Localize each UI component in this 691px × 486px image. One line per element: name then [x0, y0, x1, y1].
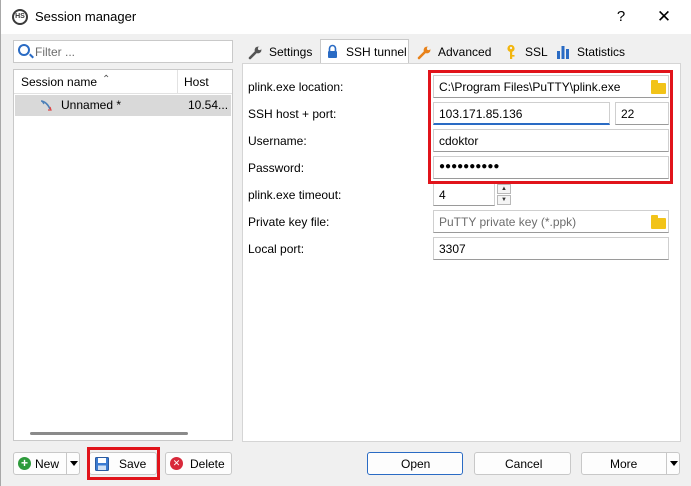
tab-advanced[interactable]: Advanced — [413, 41, 497, 63]
delete-icon: ✕ — [170, 457, 183, 470]
more-button[interactable]: More — [581, 452, 680, 475]
filter-placeholder: Filter ... — [35, 45, 76, 59]
help-button[interactable]: ? — [611, 6, 631, 28]
session-filter-input[interactable]: Filter ... — [13, 40, 233, 63]
tab-statistics-label: Statistics — [577, 45, 626, 59]
tab-ssh-tunnel[interactable]: SSH tunnel — [320, 39, 409, 64]
plink-timeout-label: plink.exe timeout: — [248, 188, 342, 202]
title-bar: HS Session manager ? ✕ — [1, 0, 691, 34]
ssh-host-port-label: SSH host + port: — [248, 107, 337, 121]
highlight-box-save — [87, 447, 160, 480]
tab-statistics[interactable]: Statistics — [553, 41, 629, 63]
search-icon — [18, 44, 30, 56]
plink-timeout-value: 4 — [439, 188, 446, 202]
plink-location-label: plink.exe location: — [248, 80, 344, 94]
password-label: Password: — [248, 161, 305, 175]
column-divider[interactable] — [177, 70, 178, 94]
plink-timeout-field[interactable]: 4 — [433, 183, 495, 206]
heidisql-app-icon: HS — [12, 9, 28, 25]
tab-ssl[interactable]: SSL — [501, 41, 549, 63]
key-icon — [507, 44, 515, 59]
username-label: Username: — [248, 134, 307, 148]
new-button-label: New — [35, 457, 60, 471]
session-host: 10.54... — [188, 98, 229, 112]
window-title: Session manager — [35, 9, 137, 24]
tab-ssl-label: SSL — [525, 45, 548, 59]
local-port-label: Local port: — [248, 242, 305, 256]
private-key-field[interactable]: PuTTY private key (*.ppk) — [433, 210, 669, 233]
tab-settings-label: Settings — [269, 45, 313, 59]
new-dropdown-arrow[interactable] — [66, 453, 79, 474]
local-port-field[interactable]: 3307 — [433, 237, 669, 260]
session-row[interactable]: Unnamed * 10.54... — [15, 95, 231, 116]
more-button-label: More — [610, 457, 638, 471]
column-session-name[interactable]: Session name — [21, 75, 97, 89]
more-dropdown-arrow[interactable] — [666, 453, 679, 474]
timeout-increment-button[interactable]: ▲ — [497, 184, 511, 194]
session-list-header: Session name ⌃ Host — [14, 70, 232, 94]
session-list[interactable]: Session name ⌃ Host Unnamed * 10.54... — [13, 69, 233, 441]
private-key-placeholder: PuTTY private key (*.ppk) — [439, 215, 577, 229]
bar-chart-icon — [557, 46, 569, 59]
private-key-label: Private key file: — [248, 215, 330, 229]
wrench-icon — [248, 46, 262, 60]
delete-button[interactable]: ✕ Delete — [165, 452, 232, 475]
cancel-button-label: Cancel — [505, 457, 543, 471]
new-button[interactable]: + New — [13, 452, 80, 475]
close-button[interactable]: ✕ — [653, 6, 675, 28]
tab-advanced-label: Advanced — [438, 45, 492, 59]
cancel-button[interactable]: Cancel — [474, 452, 571, 475]
tab-settings[interactable]: Settings — [245, 41, 318, 63]
wrench-icon — [417, 46, 431, 60]
session-manager-window: HS Session manager ? ✕ Filter ... Sessio… — [0, 0, 691, 486]
open-button-label: Open — [401, 457, 431, 471]
timeout-decrement-button[interactable]: ▼ — [497, 195, 511, 205]
dolphin-session-icon — [40, 100, 52, 111]
highlight-box-connection — [428, 70, 673, 184]
open-button[interactable]: Open — [367, 452, 463, 475]
delete-button-label: Delete — [190, 457, 225, 471]
folder-icon[interactable] — [651, 215, 666, 229]
session-name: Unnamed * — [61, 98, 122, 112]
tab-ssh-tunnel-label: SSH tunnel — [346, 45, 407, 59]
plus-icon: + — [18, 457, 31, 470]
horizontal-scrollbar[interactable] — [30, 432, 188, 435]
sort-ascending-icon: ⌃ — [102, 74, 111, 85]
column-host[interactable]: Host — [184, 75, 209, 89]
local-port-value: 3307 — [439, 242, 466, 256]
lock-icon — [328, 44, 337, 58]
